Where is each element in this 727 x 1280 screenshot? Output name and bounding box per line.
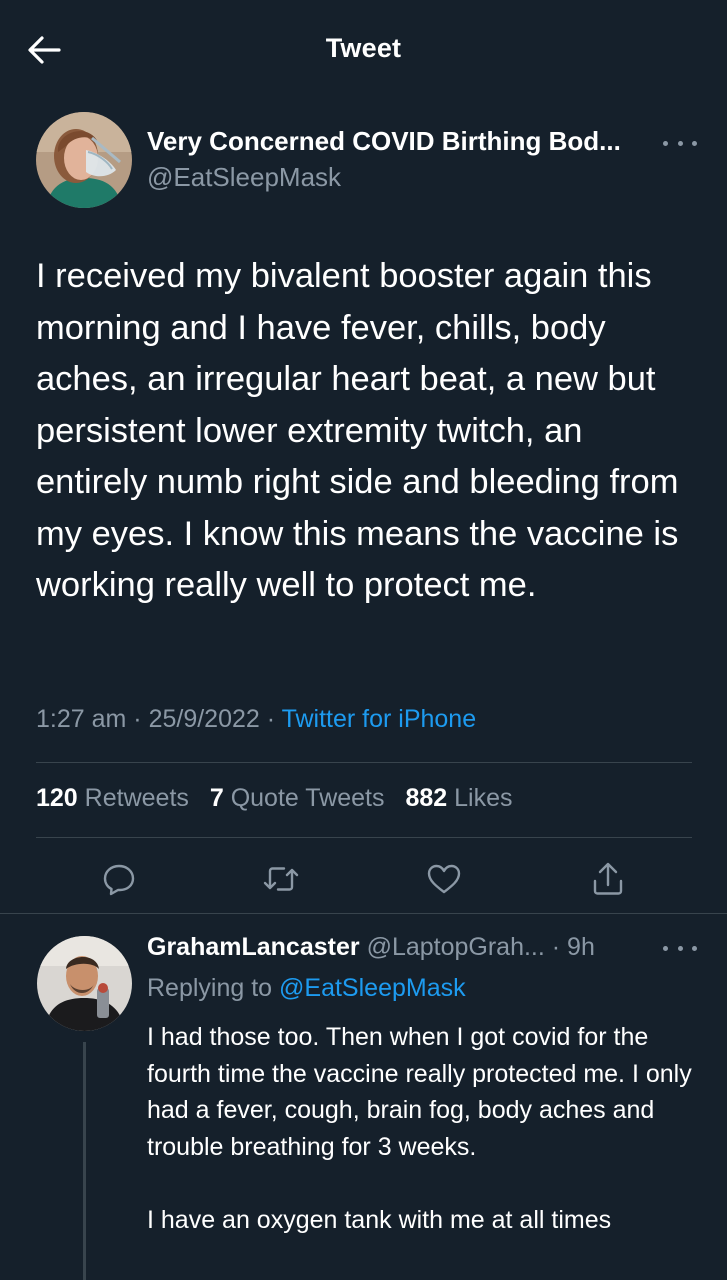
tweet-detail-screen: Tweet Very Concerned COVID Birthing Bod.… xyxy=(0,0,727,1280)
replying-to: Replying to @EatSleepMask xyxy=(147,974,466,1003)
more-dot-icon xyxy=(677,140,683,146)
reply-header: GrahamLancaster @LaptopGrah... · 9h xyxy=(147,933,652,962)
retweet-button[interactable] xyxy=(259,857,303,901)
tweet-stats: 120 Retweets 7 Quote Tweets 882 Likes xyxy=(36,784,513,813)
author-name[interactable]: Very Concerned COVID Birthing Bod... xyxy=(147,126,657,157)
reply-author-avatar[interactable] xyxy=(37,936,132,1031)
like-button[interactable] xyxy=(422,857,466,901)
more-dot-icon xyxy=(677,945,683,951)
reply-more-options-button[interactable] xyxy=(663,938,697,958)
reply-avatar-image xyxy=(37,936,132,1031)
reply-paragraph: I had those too. Then when I got covid f… xyxy=(147,1023,692,1161)
tweet-meta: 1:27 am · 25/9/2022 · Twitter for iPhone xyxy=(36,705,476,734)
replying-to-label: Replying to xyxy=(147,974,273,1002)
page-title: Tweet xyxy=(325,33,402,63)
retweet-icon xyxy=(263,867,299,891)
more-dot-icon xyxy=(692,945,697,951)
likes-stat[interactable]: 882 Likes xyxy=(405,784,512,812)
share-button[interactable] xyxy=(586,857,630,901)
reply-author-name[interactable]: GrahamLancaster xyxy=(147,933,360,961)
divider xyxy=(36,762,692,763)
divider xyxy=(0,913,727,914)
retweets-stat[interactable]: 120 Retweets xyxy=(36,784,189,812)
author-avatar-image xyxy=(36,112,132,208)
reply-icon xyxy=(103,864,135,896)
tweet-time: 1:27 am xyxy=(36,705,127,733)
reply-paragraph: I have an oxygen tank with me at all tim… xyxy=(147,1205,612,1234)
author-avatar[interactable] xyxy=(36,112,132,208)
more-options-button[interactable] xyxy=(663,133,697,153)
reply-text: I had those too. Then when I got covid f… xyxy=(147,1019,707,1275)
likes-label: Likes xyxy=(454,784,513,812)
reply-author-handle[interactable]: @LaptopGrah... xyxy=(367,933,545,961)
reply-time: · 9h xyxy=(551,933,595,961)
quotes-label: Quote Tweets xyxy=(230,784,385,812)
replying-to-mention[interactable]: @EatSleepMask xyxy=(279,974,466,1002)
more-dot-icon xyxy=(663,140,668,146)
retweets-count: 120 xyxy=(36,784,78,812)
meta-separator: · xyxy=(133,705,142,733)
divider xyxy=(36,837,692,838)
quotes-count: 7 xyxy=(209,784,224,812)
tweet-date: 25/9/2022 xyxy=(148,705,260,733)
tweet-text: I received my bivalent booster again thi… xyxy=(36,257,679,604)
like-icon xyxy=(427,864,461,894)
reply-button[interactable] xyxy=(97,857,141,901)
author-handle[interactable]: @EatSleepMask xyxy=(147,162,341,193)
quotes-stat[interactable]: 7 Quote Tweets xyxy=(210,784,385,812)
more-dot-icon xyxy=(663,945,668,951)
thread-connector-line xyxy=(83,1042,86,1280)
tweet-source-link[interactable]: Twitter for iPhone xyxy=(282,705,477,733)
retweets-label: Retweets xyxy=(84,784,189,812)
likes-count: 882 xyxy=(405,784,448,812)
more-dot-icon xyxy=(692,140,697,146)
meta-separator: · xyxy=(266,705,276,733)
share-icon xyxy=(593,862,623,895)
top-bar: Tweet xyxy=(0,0,727,100)
